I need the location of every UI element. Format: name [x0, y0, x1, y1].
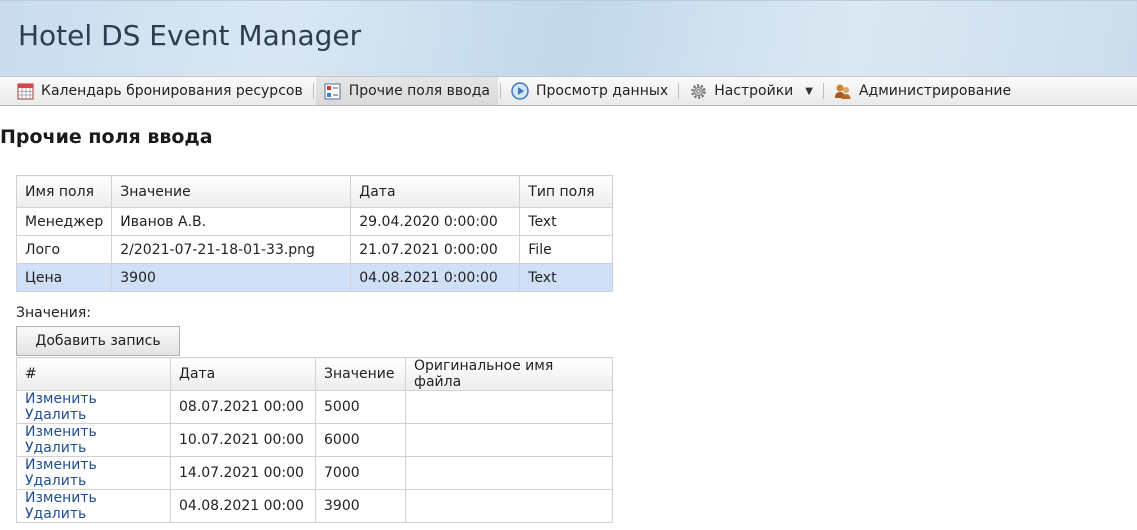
- fields-table: Имя поля Значение Дата Тип поля Менеджер…: [15, 175, 613, 292]
- column-header[interactable]: Дата: [350, 175, 521, 208]
- table-row[interactable]: Лого 2/2021-07-21-18-01-33.png 21.07.202…: [15, 235, 613, 264]
- table-header-row: # Дата Значение Оригинальное имя файла: [16, 357, 613, 391]
- menu-item-settings[interactable]: Настройки ▼: [681, 77, 821, 105]
- edit-link[interactable]: Изменить: [25, 490, 97, 506]
- value-amount-cell: 3900: [315, 489, 406, 523]
- menu-separator: [312, 83, 314, 99]
- edit-link[interactable]: Изменить: [25, 424, 97, 440]
- menu-item-label: Календарь бронирования ресурсов: [41, 83, 303, 99]
- main-menu: Календарь бронирования ресурсов Прочие п…: [0, 76, 1137, 106]
- column-header: Оригинальное имя файла: [405, 357, 613, 391]
- value-date-cell: 08.07.2021 00:00: [170, 390, 316, 424]
- app-header: Hotel DS Event Manager: [0, 0, 1137, 76]
- field-type-cell: Text: [519, 263, 613, 292]
- original-filename-cell: [405, 390, 613, 424]
- app-title: Hotel DS Event Manager: [18, 19, 362, 52]
- gear-icon: [689, 82, 707, 100]
- actions-cell: Изменить Удалить: [16, 423, 171, 457]
- edit-link[interactable]: Изменить: [25, 457, 97, 473]
- page-title: Прочие поля ввода: [0, 126, 213, 148]
- table-row: Изменить Удалить 04.08.2021 00:00 3900: [16, 489, 613, 523]
- field-type-cell: File: [519, 235, 613, 264]
- actions-cell: Изменить Удалить: [16, 390, 171, 424]
- delete-link[interactable]: Удалить: [25, 473, 86, 489]
- field-name-cell: Лого: [15, 235, 113, 264]
- menu-item-view-data[interactable]: Просмотр данных: [503, 77, 676, 105]
- add-record-button[interactable]: Добавить запись: [16, 326, 180, 356]
- table-row-selected[interactable]: Цена 3900 04.08.2021 0:00:00 Text: [15, 263, 613, 292]
- menu-item-label: Настройки: [714, 83, 794, 99]
- value-amount-cell: 5000: [315, 390, 406, 424]
- value-amount-cell: 7000: [315, 456, 406, 490]
- field-type-cell: Text: [519, 207, 613, 236]
- original-filename-cell: [405, 456, 613, 490]
- edit-link[interactable]: Изменить: [25, 391, 97, 407]
- field-name-cell: Менеджер: [15, 207, 113, 236]
- value-date-cell: 10.07.2021 00:00: [170, 423, 316, 457]
- column-header[interactable]: Тип поля: [519, 175, 613, 208]
- value-date-cell: 04.08.2021 00:00: [170, 489, 316, 523]
- field-name-cell: Цена: [15, 263, 113, 292]
- menu-item-other-fields[interactable]: Прочие поля ввода: [315, 77, 498, 105]
- original-filename-cell: [405, 489, 613, 523]
- column-header[interactable]: Значение: [111, 175, 352, 208]
- field-value-cell: Иванов А.В.: [111, 207, 352, 236]
- column-header: Значение: [315, 357, 406, 391]
- table-header-row: Имя поля Значение Дата Тип поля: [15, 175, 613, 208]
- field-date-cell: 04.08.2021 0:00:00: [350, 263, 521, 292]
- menu-item-label: Просмотр данных: [536, 83, 669, 99]
- delete-link[interactable]: Удалить: [25, 407, 86, 423]
- field-date-cell: 21.07.2021 0:00:00: [350, 235, 521, 264]
- column-header: Дата: [170, 357, 316, 391]
- value-amount-cell: 6000: [315, 423, 406, 457]
- calendar-icon: [16, 82, 34, 100]
- menu-separator: [678, 83, 680, 99]
- form-fields-icon: [324, 82, 342, 100]
- actions-cell: Изменить Удалить: [16, 489, 171, 523]
- original-filename-cell: [405, 423, 613, 457]
- chevron-down-icon[interactable]: ▼: [805, 86, 813, 97]
- delete-link[interactable]: Удалить: [25, 440, 86, 456]
- play-icon: [511, 82, 529, 100]
- actions-cell: Изменить Удалить: [16, 456, 171, 490]
- menu-item-administration[interactable]: Администрирование: [826, 77, 1019, 105]
- table-row: Изменить Удалить 08.07.2021 00:00 5000: [16, 390, 613, 424]
- menu-separator: [500, 83, 501, 99]
- admin-users-icon: [834, 82, 852, 100]
- field-value-cell: 3900: [111, 263, 352, 292]
- column-header[interactable]: Имя поля: [15, 175, 113, 208]
- table-row[interactable]: Менеджер Иванов А.В. 29.04.2020 0:00:00 …: [15, 207, 613, 236]
- column-header: #: [16, 357, 171, 391]
- table-row: Изменить Удалить 14.07.2021 00:00 7000: [16, 456, 613, 490]
- field-date-cell: 29.04.2020 0:00:00: [350, 207, 521, 236]
- values-table: # Дата Значение Оригинальное имя файла И…: [16, 357, 613, 523]
- table-row: Изменить Удалить 10.07.2021 00:00 6000: [16, 423, 613, 457]
- menu-item-label: Администрирование: [858, 83, 1012, 99]
- menu-item-calendar[interactable]: Календарь бронирования ресурсов: [8, 77, 311, 105]
- menu-item-label: Прочие поля ввода: [348, 83, 490, 99]
- delete-link[interactable]: Удалить: [25, 506, 86, 522]
- value-date-cell: 14.07.2021 00:00: [170, 456, 316, 490]
- values-label: Значения:: [16, 305, 91, 321]
- menu-separator: [822, 83, 824, 99]
- field-value-cell: 2/2021-07-21-18-01-33.png: [111, 235, 352, 264]
